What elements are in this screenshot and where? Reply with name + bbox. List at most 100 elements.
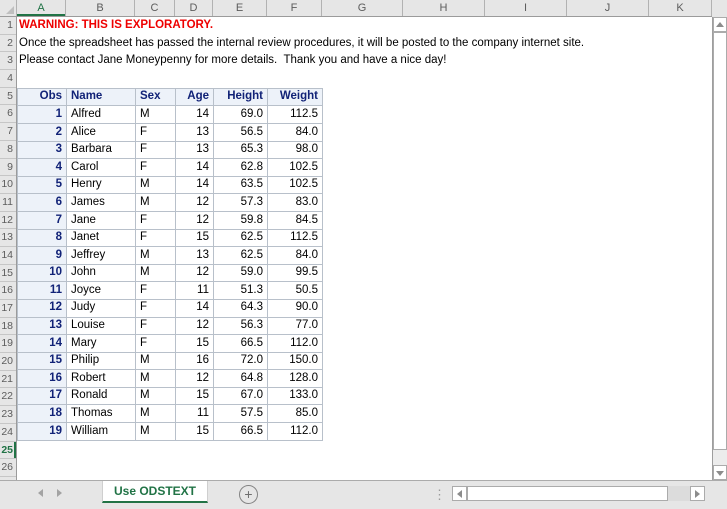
cell-obs[interactable]: 2 bbox=[18, 123, 67, 141]
row-header-4[interactable]: 4 bbox=[0, 70, 16, 88]
row-header-11[interactable]: 11 bbox=[0, 194, 16, 212]
tab-use-odstext[interactable]: Use ODSTEXT bbox=[102, 481, 208, 503]
cell-weight[interactable]: 84.0 bbox=[268, 123, 323, 141]
cell-age[interactable]: 14 bbox=[176, 159, 214, 177]
cell-age[interactable]: 12 bbox=[176, 194, 214, 212]
sheet-canvas[interactable]: WARNING: THIS IS EXPLORATORY. Once the s… bbox=[17, 17, 712, 480]
cell-sex[interactable]: F bbox=[136, 282, 176, 300]
row-header-23[interactable]: 23 bbox=[0, 406, 16, 424]
column-header-H[interactable]: H bbox=[403, 0, 485, 16]
row-header-22[interactable]: 22 bbox=[0, 388, 16, 406]
next-sheet-button[interactable] bbox=[57, 489, 62, 497]
cell-name[interactable]: Judy bbox=[67, 299, 136, 317]
column-header-E[interactable]: E bbox=[213, 0, 267, 16]
cell-obs[interactable]: 14 bbox=[18, 335, 67, 353]
row-header-21[interactable]: 21 bbox=[0, 371, 16, 389]
cell-weight[interactable]: 102.5 bbox=[268, 176, 323, 194]
cell-age[interactable]: 12 bbox=[176, 317, 214, 335]
row-header-10[interactable]: 10 bbox=[0, 176, 16, 194]
cell-obs[interactable]: 13 bbox=[18, 317, 67, 335]
cell-height[interactable]: 65.3 bbox=[214, 141, 268, 159]
cell-height[interactable]: 62.8 bbox=[214, 159, 268, 177]
cell-name[interactable]: Robert bbox=[67, 370, 136, 388]
cell-name[interactable]: Joyce bbox=[67, 282, 136, 300]
cell-sex[interactable]: F bbox=[136, 141, 176, 159]
cell-height[interactable]: 62.5 bbox=[214, 247, 268, 265]
row-header-16[interactable]: 16 bbox=[0, 282, 16, 300]
cell-age[interactable]: 16 bbox=[176, 352, 214, 370]
cell-age[interactable]: 12 bbox=[176, 211, 214, 229]
cell-age[interactable]: 15 bbox=[176, 387, 214, 405]
table-col-header-name[interactable]: Name bbox=[67, 88, 136, 106]
cell-age[interactable]: 15 bbox=[176, 229, 214, 247]
cell-obs[interactable]: 7 bbox=[18, 211, 67, 229]
cell-name[interactable]: Jeffrey bbox=[67, 247, 136, 265]
column-header-I[interactable]: I bbox=[485, 0, 567, 16]
cell-obs[interactable]: 3 bbox=[18, 141, 67, 159]
cell-sex[interactable]: F bbox=[136, 299, 176, 317]
row-header-17[interactable]: 17 bbox=[0, 300, 16, 318]
cell-name[interactable]: Mary bbox=[67, 335, 136, 353]
cell-age[interactable]: 15 bbox=[176, 423, 214, 441]
cell-age[interactable]: 12 bbox=[176, 370, 214, 388]
cell-warning-text[interactable]: WARNING: THIS IS EXPLORATORY. bbox=[19, 17, 213, 35]
row-header-8[interactable]: 8 bbox=[0, 141, 16, 159]
row-header-19[interactable]: 19 bbox=[0, 335, 16, 353]
prev-sheet-button[interactable] bbox=[38, 489, 43, 497]
cell-age[interactable]: 12 bbox=[176, 264, 214, 282]
cell-weight[interactable]: 85.0 bbox=[268, 405, 323, 423]
cell-sex[interactable]: F bbox=[136, 229, 176, 247]
cell-sex[interactable]: M bbox=[136, 405, 176, 423]
column-header-D[interactable]: D bbox=[175, 0, 213, 16]
cell-weight[interactable]: 83.0 bbox=[268, 194, 323, 212]
row-header-18[interactable]: 18 bbox=[0, 318, 16, 336]
cell-name[interactable]: James bbox=[67, 194, 136, 212]
select-all-corner[interactable] bbox=[0, 0, 17, 16]
table-col-header-height[interactable]: Height bbox=[214, 88, 268, 106]
row-header-25[interactable]: 25 bbox=[0, 442, 16, 460]
cell-weight[interactable]: 112.5 bbox=[268, 106, 323, 124]
cell-review-text[interactable]: Once the spreadsheet has passed the inte… bbox=[19, 35, 584, 53]
row-header-3[interactable]: 3 bbox=[0, 52, 16, 70]
row-header-2[interactable]: 2 bbox=[0, 35, 16, 53]
cell-weight[interactable]: 84.0 bbox=[268, 247, 323, 265]
row-header-7[interactable]: 7 bbox=[0, 123, 16, 141]
row-header-1[interactable]: 1 bbox=[0, 17, 16, 35]
cell-contact-text[interactable]: Please contact Jane Moneypenny for more … bbox=[19, 52, 446, 70]
cell-sex[interactable]: M bbox=[136, 352, 176, 370]
scroll-left-button[interactable] bbox=[452, 486, 467, 501]
cell-height[interactable]: 67.0 bbox=[214, 387, 268, 405]
cell-sex[interactable]: M bbox=[136, 194, 176, 212]
cell-age[interactable]: 14 bbox=[176, 176, 214, 194]
cell-obs[interactable]: 4 bbox=[18, 159, 67, 177]
cell-weight[interactable]: 84.5 bbox=[268, 211, 323, 229]
row-header-6[interactable]: 6 bbox=[0, 105, 16, 123]
vertical-scroll-thumb[interactable] bbox=[713, 32, 727, 450]
cell-sex[interactable]: F bbox=[136, 335, 176, 353]
cell-sex[interactable]: M bbox=[136, 370, 176, 388]
cell-height[interactable]: 72.0 bbox=[214, 352, 268, 370]
cell-obs[interactable]: 9 bbox=[18, 247, 67, 265]
row-header-26[interactable]: 26 bbox=[0, 459, 16, 477]
cell-age[interactable]: 11 bbox=[176, 282, 214, 300]
cell-obs[interactable]: 15 bbox=[18, 352, 67, 370]
cell-name[interactable]: Ronald bbox=[67, 387, 136, 405]
cell-obs[interactable]: 19 bbox=[18, 423, 67, 441]
cell-sex[interactable]: F bbox=[136, 123, 176, 141]
cell-name[interactable]: Henry bbox=[67, 176, 136, 194]
cell-obs[interactable]: 18 bbox=[18, 405, 67, 423]
row-header-5[interactable]: 5 bbox=[0, 88, 16, 106]
cell-obs[interactable]: 10 bbox=[18, 264, 67, 282]
row-header-24[interactable]: 24 bbox=[0, 424, 16, 442]
cell-obs[interactable]: 17 bbox=[18, 387, 67, 405]
cell-weight[interactable]: 133.0 bbox=[268, 387, 323, 405]
cell-height[interactable]: 66.5 bbox=[214, 423, 268, 441]
table-col-header-weight[interactable]: Weight bbox=[268, 88, 323, 106]
cell-height[interactable]: 59.8 bbox=[214, 211, 268, 229]
cell-height[interactable]: 56.3 bbox=[214, 317, 268, 335]
cell-weight[interactable]: 102.5 bbox=[268, 159, 323, 177]
cell-height[interactable]: 64.8 bbox=[214, 370, 268, 388]
cell-height[interactable]: 56.5 bbox=[214, 123, 268, 141]
cell-age[interactable]: 13 bbox=[176, 247, 214, 265]
cell-sex[interactable]: F bbox=[136, 159, 176, 177]
